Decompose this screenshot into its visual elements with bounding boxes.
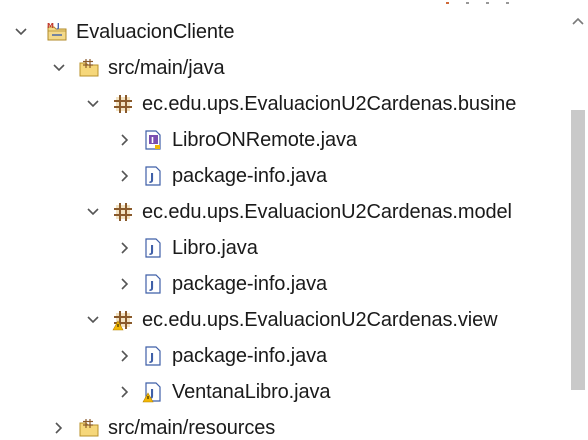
tree-item-label: EvaluacionCliente: [76, 21, 235, 43]
chevron-right-icon[interactable]: [116, 167, 134, 185]
chevron-right-icon[interactable]: [50, 419, 68, 437]
svg-text:J: J: [56, 22, 60, 30]
java-file-icon: J: [145, 166, 161, 186]
java-file-warning-icon: J: [142, 382, 161, 403]
tree-item-file-libro-on-remote[interactable]: I LibroONRemote.java: [0, 122, 568, 158]
package-icon: [114, 95, 132, 113]
tree-item-label: package-info.java: [172, 165, 328, 187]
chevron-right-icon[interactable]: [116, 131, 134, 149]
chevron-right-icon[interactable]: [116, 239, 134, 257]
tree-item-file-package-info-1[interactable]: J package-info.java: [0, 158, 568, 194]
project-tree: M J EvaluacionCliente src/main/java ec.e…: [0, 14, 568, 440]
package-explorer: M J EvaluacionCliente src/main/java ec.e…: [0, 0, 588, 440]
svg-text:I: I: [151, 136, 154, 145]
tree-item-package-view[interactable]: ec.edu.ups.EvaluacionU2Cardenas.view: [0, 302, 568, 338]
chevron-down-icon[interactable]: [50, 59, 68, 77]
vertical-scrollbar[interactable]: [568, 0, 588, 440]
chevron-right-icon[interactable]: [116, 275, 134, 293]
tree-item-file-package-info-2[interactable]: J package-info.java: [0, 266, 568, 302]
tree-item-label: Libro.java: [172, 237, 258, 259]
chevron-down-icon[interactable]: [12, 23, 30, 41]
java-file-icon: J: [145, 274, 161, 294]
svg-text:J: J: [149, 171, 154, 184]
tree-item-package-business[interactable]: ec.edu.ups.EvaluacionU2Cardenas.busine: [0, 86, 568, 122]
java-file-icon: J: [145, 346, 161, 366]
tree-item-label: LibroONRemote.java: [172, 129, 357, 151]
tree-item-label: ec.edu.ups.EvaluacionU2Cardenas.view: [142, 309, 498, 331]
svg-text:J: J: [149, 351, 154, 364]
chevron-down-icon[interactable]: [84, 95, 102, 113]
tree-item-label: VentanaLibro.java: [172, 381, 331, 403]
chevron-right-icon[interactable]: [116, 383, 134, 401]
toolbar-fragment: [446, 2, 509, 4]
source-folder-icon: [79, 419, 99, 437]
tree-item-label: src/main/resources: [108, 417, 276, 439]
chevron-down-icon[interactable]: [84, 311, 102, 329]
maven-project-icon: M J: [47, 22, 67, 41]
chevron-right-icon[interactable]: [116, 347, 134, 365]
svg-text:J: J: [149, 279, 154, 292]
tree-item-file-package-info-3[interactable]: J package-info.java: [0, 338, 568, 374]
svg-text:M: M: [47, 22, 54, 30]
java-file-icon: J: [145, 238, 161, 258]
chevron-down-icon[interactable]: [84, 203, 102, 221]
scrollbar-thumb[interactable]: [571, 110, 585, 390]
tree-item-src-main-java[interactable]: src/main/java: [0, 50, 568, 86]
tree-item-file-ventana-libro[interactable]: J VentanaLibro.java: [0, 374, 568, 410]
tree-item-label: package-info.java: [172, 273, 328, 295]
tree-item-src-main-resources[interactable]: src/main/resources: [0, 410, 568, 440]
tree-item-file-libro[interactable]: J Libro.java: [0, 230, 568, 266]
tree-item-label: src/main/java: [108, 57, 225, 79]
java-interface-icon: I: [145, 130, 161, 150]
package-icon: [114, 203, 132, 221]
svg-text:J: J: [149, 243, 154, 256]
package-warning-icon: [112, 311, 132, 331]
tree-item-project[interactable]: M J EvaluacionCliente: [0, 14, 568, 50]
tree-item-label: ec.edu.ups.EvaluacionU2Cardenas.busine: [142, 93, 517, 115]
tree-item-package-model[interactable]: ec.edu.ups.EvaluacionU2Cardenas.model: [0, 194, 568, 230]
tree-item-label: ec.edu.ups.EvaluacionU2Cardenas.model: [142, 201, 512, 223]
tree-item-label: package-info.java: [172, 345, 328, 367]
source-folder-icon: [79, 59, 99, 77]
scroll-up-icon[interactable]: [568, 12, 588, 32]
